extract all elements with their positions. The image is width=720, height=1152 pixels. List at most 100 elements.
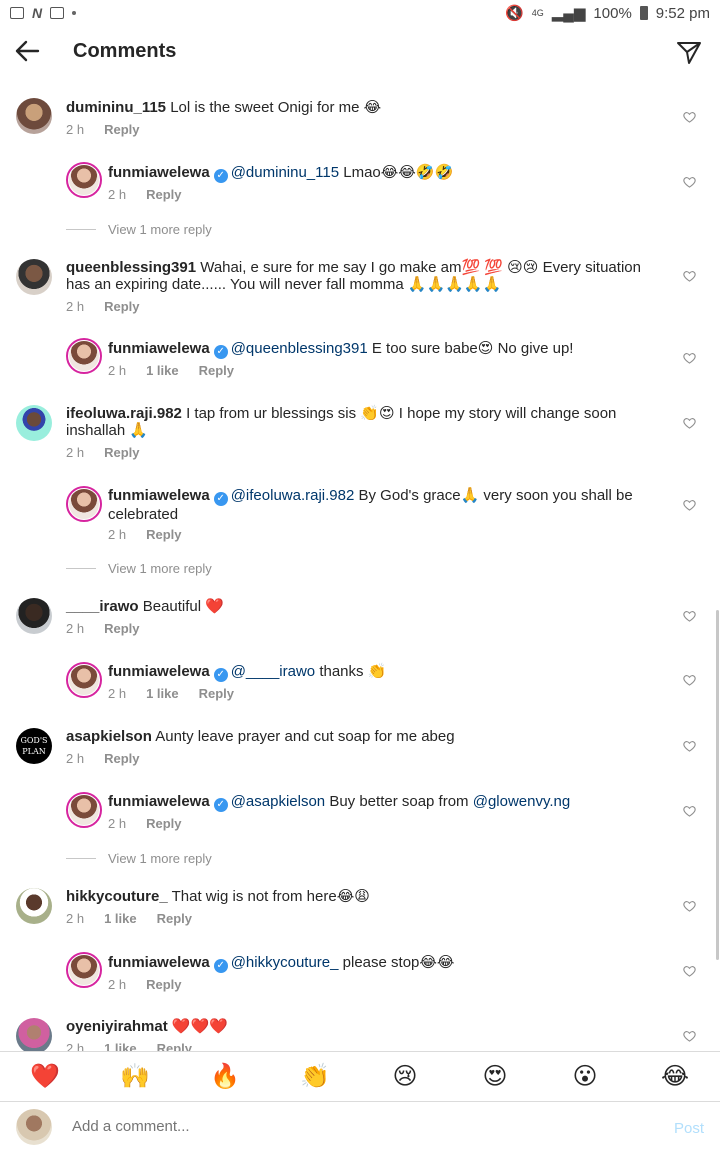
emoji-crying[interactable]: 😢	[385, 1062, 425, 1091]
avatar[interactable]	[66, 162, 102, 198]
comment-meta: 2 h Reply	[108, 816, 181, 831]
reply-button[interactable]: Reply	[146, 816, 181, 831]
avatar[interactable]	[16, 98, 52, 134]
username[interactable]: funmiawelewa	[108, 663, 210, 680]
likes-count[interactable]: 1 like	[104, 1041, 137, 1051]
timestamp: 2 h	[66, 122, 85, 137]
direct-share-icon[interactable]	[676, 40, 702, 66]
reply-button[interactable]: Reply	[146, 527, 181, 542]
comment-meta: 2 h Reply	[108, 187, 181, 202]
avatar[interactable]	[66, 952, 102, 988]
reply-button[interactable]: Reply	[104, 299, 139, 314]
heart-icon[interactable]	[683, 176, 696, 188]
avatar[interactable]	[66, 486, 102, 522]
view-more-replies[interactable]: View 1 more reply	[66, 561, 212, 576]
comments-list[interactable]: dumininu_115 Lol is the sweet Onigi for …	[0, 80, 720, 1051]
avatar[interactable]	[16, 1018, 52, 1051]
username[interactable]: funmiawelewa	[108, 954, 210, 971]
timestamp: 2 h	[108, 187, 127, 202]
username[interactable]: queenblessing391	[66, 259, 196, 276]
emoji-laughing[interactable]: 😂	[655, 1062, 695, 1091]
view-more-replies[interactable]: View 1 more reply	[66, 222, 212, 237]
mention-link[interactable]: @ifeoluwa.raji.982	[231, 487, 355, 504]
view-more-label: View 1 more reply	[108, 222, 212, 237]
dot-icon	[72, 11, 77, 15]
mention-link[interactable]: @____irawo	[231, 663, 315, 680]
comment-text: thanks 👏	[315, 663, 387, 680]
reply-button[interactable]: Reply	[104, 621, 139, 636]
username[interactable]: funmiawelewa	[108, 487, 210, 504]
avatar[interactable]	[16, 259, 52, 295]
heart-icon[interactable]	[683, 111, 696, 123]
emoji-heart[interactable]: ❤️	[25, 1062, 65, 1091]
avatar[interactable]	[66, 662, 102, 698]
mention-link[interactable]: @queenblessing391	[231, 340, 368, 357]
heart-icon[interactable]	[683, 674, 696, 686]
heart-icon[interactable]	[683, 900, 696, 912]
username[interactable]: ifeoluwa.raji.982	[66, 405, 182, 422]
page-title: Comments	[73, 40, 177, 62]
reply-button[interactable]: Reply	[157, 911, 192, 926]
username[interactable]: funmiawelewa	[108, 164, 210, 181]
post-button[interactable]: Post	[674, 1120, 704, 1137]
timestamp: 2 h	[108, 977, 127, 992]
heart-icon[interactable]	[683, 610, 696, 622]
reply-button[interactable]: Reply	[104, 122, 139, 137]
heart-icon[interactable]	[683, 1030, 696, 1042]
emoji-heart-eyes[interactable]: 😍	[475, 1062, 515, 1091]
mention-link[interactable]: @dumininu_115	[231, 164, 339, 181]
reply-button[interactable]: Reply	[199, 686, 234, 701]
username[interactable]: hikkycouture_	[66, 888, 168, 905]
emoji-clap[interactable]: 👏	[295, 1062, 335, 1091]
emoji-fire[interactable]: 🔥	[205, 1062, 245, 1091]
verified-badge-icon: ✓	[213, 959, 228, 973]
reply-button[interactable]: Reply	[199, 363, 234, 378]
comment-meta: 2 h Reply	[66, 299, 139, 314]
mention-link[interactable]: @asapkielson	[231, 793, 325, 810]
heart-icon[interactable]	[683, 965, 696, 977]
likes-count[interactable]: 1 like	[104, 911, 137, 926]
screen-icon	[50, 7, 65, 19]
heart-icon[interactable]	[683, 352, 696, 364]
username[interactable]: asapkielson	[66, 728, 152, 745]
username[interactable]: funmiawelewa	[108, 340, 210, 357]
mention-link[interactable]: @glowenvy.ng	[473, 793, 571, 810]
comment-text: Lol is the sweet Onigi for me 😂	[170, 99, 382, 116]
reply-button[interactable]: Reply	[157, 1041, 192, 1051]
username[interactable]: oyeniyirahmat	[66, 1018, 168, 1035]
heart-icon[interactable]	[683, 270, 696, 282]
comment-body: asapkielson Aunty leave prayer and cut s…	[66, 728, 666, 745]
username[interactable]: ____irawo	[66, 598, 139, 615]
comment-body: funmiawelewa ✓ @____irawo thanks 👏	[108, 663, 668, 682]
avatar[interactable]	[16, 405, 52, 441]
comment-text: Lmao😂😂🤣🤣	[339, 164, 454, 181]
avatar[interactable]: GOD'S PLAN	[16, 728, 52, 764]
avatar[interactable]	[16, 888, 52, 924]
reply-button[interactable]: Reply	[104, 751, 139, 766]
reply-button[interactable]: Reply	[146, 977, 181, 992]
emoji-raised-hands[interactable]: 🙌	[115, 1062, 155, 1091]
emoji-surprised[interactable]: 😮	[565, 1062, 605, 1091]
mention-link[interactable]: @hikkycouture_	[231, 954, 339, 971]
reply-button[interactable]: Reply	[146, 187, 181, 202]
view-more-replies[interactable]: View 1 more reply	[66, 851, 212, 866]
likes-count[interactable]: 1 like	[146, 686, 179, 701]
back-arrow-icon[interactable]	[12, 36, 46, 70]
comment-meta: 2 h 1 like Reply	[66, 911, 192, 926]
heart-icon[interactable]	[683, 805, 696, 817]
scrollbar[interactable]	[716, 610, 719, 960]
reply-button[interactable]: Reply	[104, 445, 139, 460]
avatar[interactable]	[66, 792, 102, 828]
likes-count[interactable]: 1 like	[146, 363, 179, 378]
avatar[interactable]	[16, 598, 52, 634]
username[interactable]: dumininu_115	[66, 99, 166, 116]
heart-icon[interactable]	[683, 740, 696, 752]
avatar[interactable]	[66, 338, 102, 374]
header: Comments	[0, 26, 720, 80]
heart-icon[interactable]	[683, 417, 696, 429]
username[interactable]: funmiawelewa	[108, 793, 210, 810]
heart-icon[interactable]	[683, 499, 696, 511]
comment-input[interactable]	[72, 1118, 632, 1135]
timestamp: 2 h	[108, 527, 127, 542]
comment-body: ____irawo Beautiful ❤️	[66, 598, 666, 615]
